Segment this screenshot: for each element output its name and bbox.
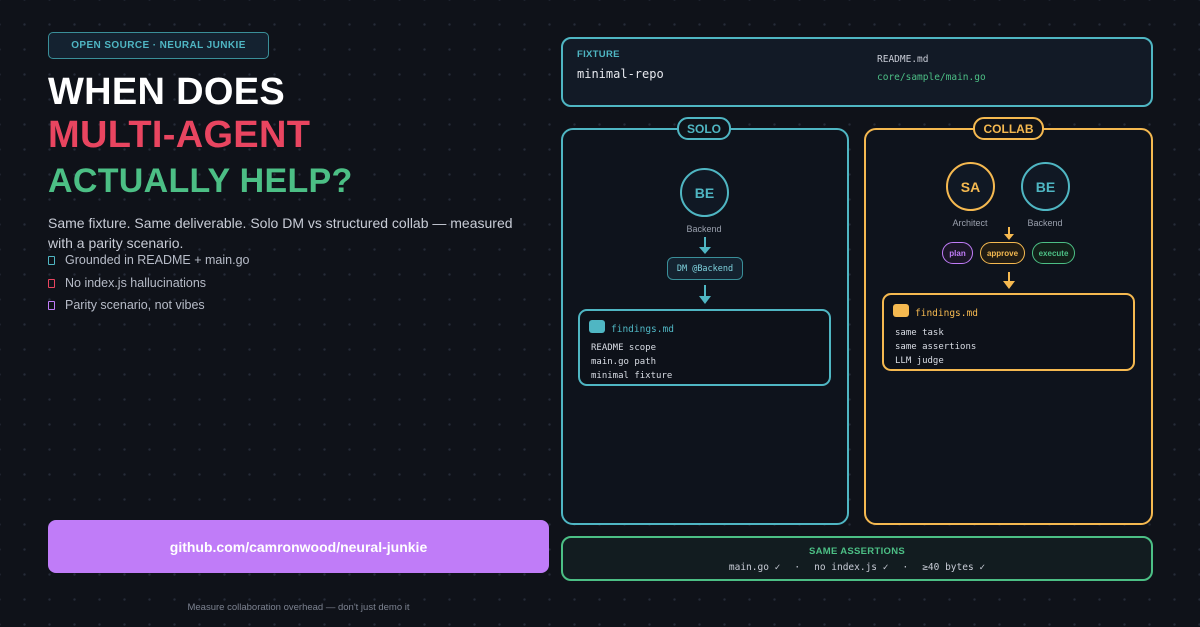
source-badge: OPEN SOURCE · NEURAL JUNKIE (48, 32, 269, 59)
solo-findings-line: README scope (591, 343, 657, 353)
fixture-panel: FIXTURE minimal-repo README.md core/samp… (561, 37, 1153, 107)
collab-findings-line: LLM judge (895, 356, 944, 366)
solo-backend-caption: Backend (686, 224, 722, 234)
arrow-down-icon (1003, 272, 1015, 289)
bullet-text: Grounded in README + main.go (65, 253, 250, 267)
github-link-button[interactable]: github.com/camronwood/neural-junkie (48, 520, 549, 573)
bullet-marker-icon (48, 255, 55, 265)
architect-caption: Architect (952, 218, 988, 228)
assertions-list: main.go ✓ · no index.js ✓ · ≥40 bytes ✓ (563, 562, 1151, 573)
file-icon (589, 320, 605, 333)
fixture-file-main: core/sample/main.go (877, 72, 986, 83)
fixture-name: minimal-repo (577, 67, 664, 81)
headline-line-2: MULTI-AGENT (48, 114, 311, 156)
collab-backend-avatar: BE (1021, 162, 1070, 211)
assertion-no-index-js: no index.js ✓ (814, 562, 889, 573)
step-execute-pill: execute (1032, 242, 1075, 264)
arrow-down-icon (699, 285, 711, 304)
assertions-panel: SAME ASSERTIONS main.go ✓ · no index.js … (561, 536, 1153, 581)
arrow-down-icon (1004, 227, 1014, 240)
assertion-separator: · (794, 562, 801, 573)
solo-tag: SOLO (677, 117, 731, 140)
collab-findings-line: same assertions (895, 342, 977, 352)
step-approve-pill: approve (980, 242, 1025, 264)
dm-backend-message: DM @Backend (667, 257, 743, 280)
solo-findings-title: findings.md (611, 324, 674, 335)
footer-tagline: Measure collaboration overhead — don't j… (187, 602, 410, 613)
bullet-text: Parity scenario, not vibes (65, 298, 205, 312)
solo-findings-line: main.go path (591, 357, 657, 367)
assertion-separator: · (902, 562, 909, 573)
bullet-grounded: Grounded in README + main.go (48, 253, 249, 267)
headline-line-3: ACTUALLY HELP? (48, 162, 353, 200)
collab-tag: COLLAB (973, 117, 1044, 140)
fixture-label: FIXTURE (577, 49, 620, 60)
headline-line-1: WHEN DOES (48, 71, 286, 113)
arrow-down-icon (699, 237, 711, 254)
assertion-min-bytes: ≥40 bytes ✓ (922, 562, 986, 573)
solo-findings-line: minimal fixture (591, 371, 673, 381)
bullet-parity: Parity scenario, not vibes (48, 298, 205, 312)
bullet-text: No index.js hallucinations (65, 276, 207, 290)
step-plan-pill: plan (942, 242, 973, 264)
bullet-no-hallucinations: No index.js hallucinations (48, 276, 206, 290)
assertion-main-go: main.go ✓ (728, 562, 781, 573)
file-icon (893, 304, 909, 317)
assertions-label: SAME ASSERTIONS (809, 546, 905, 557)
subtitle: Same fixture. Same deliverable. Solo DM … (48, 215, 513, 251)
collab-findings-title: findings.md (915, 308, 978, 319)
solo-backend-avatar: BE (680, 168, 729, 217)
architect-avatar: SA (946, 162, 995, 211)
bullet-marker-icon (48, 278, 55, 288)
collab-findings-card: findings.md same task same assertions LL… (882, 293, 1135, 371)
solo-findings-card: findings.md README scope main.go path mi… (578, 309, 831, 386)
fixture-file-readme: README.md (877, 54, 929, 65)
collab-findings-line: same task (895, 328, 944, 338)
bullet-marker-icon (48, 300, 55, 310)
